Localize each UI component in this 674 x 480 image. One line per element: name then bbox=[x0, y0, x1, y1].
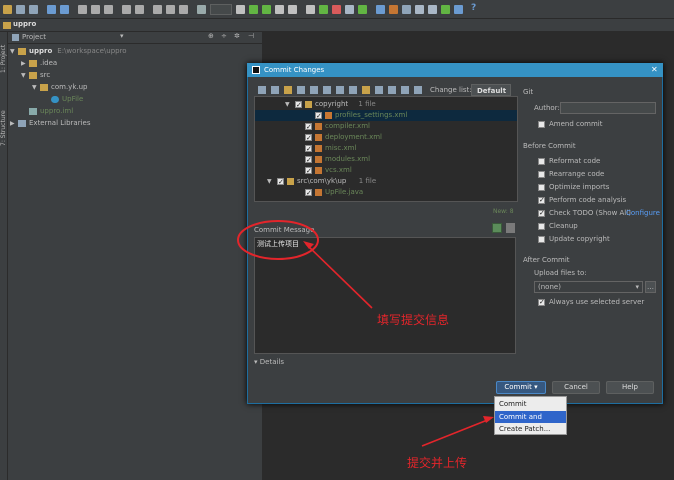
annotation-commit-push: 提交并上传 bbox=[407, 456, 468, 470]
annotation-arrow-message bbox=[305, 243, 373, 309]
annotation-arrow-push bbox=[421, 418, 491, 447]
arrow-head-icon bbox=[303, 241, 314, 249]
annotation-fill-message: 填写提交信息 bbox=[377, 313, 450, 327]
annotation-overlay bbox=[237, 220, 494, 447]
annotation-ellipse bbox=[237, 220, 319, 260]
